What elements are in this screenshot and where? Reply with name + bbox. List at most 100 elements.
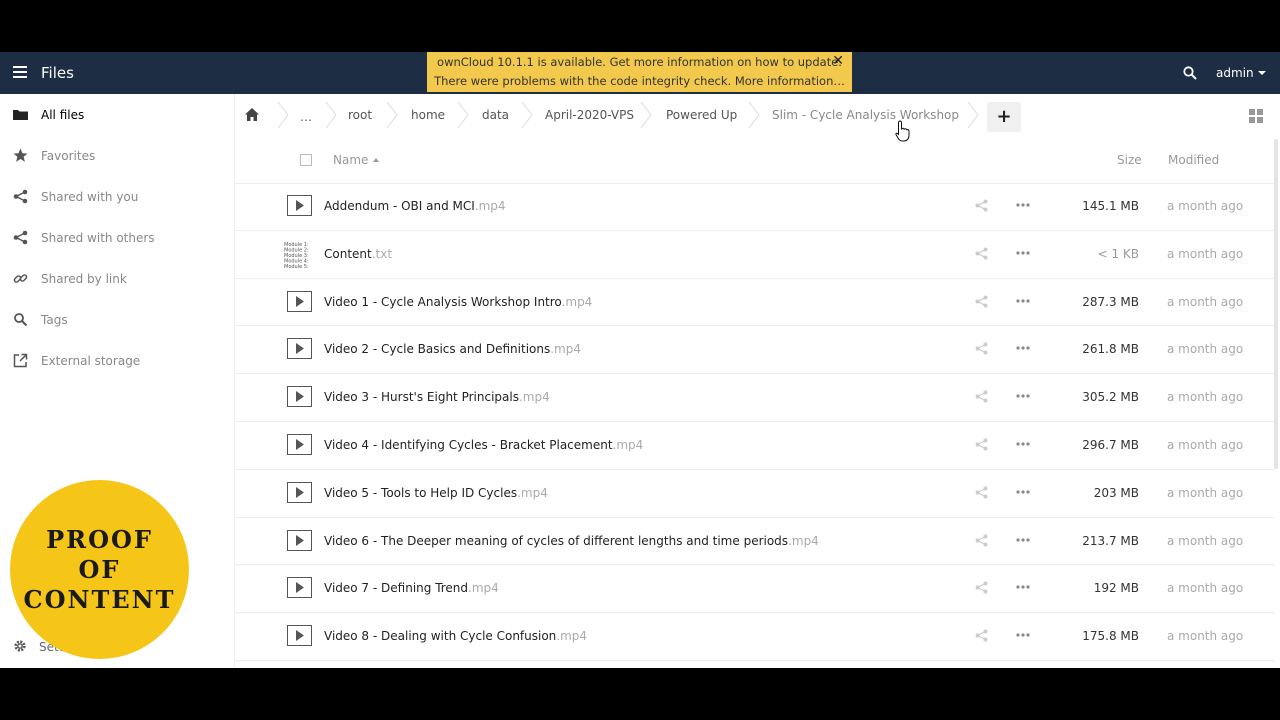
more-actions-icon[interactable] (1016, 346, 1030, 350)
table-row[interactable]: Video 6 - The Deeper meaning of cycles o… (235, 518, 1275, 566)
breadcrumb-ellipsis[interactable]: … (300, 110, 312, 124)
file-name[interactable]: Content.txt (324, 247, 392, 261)
stamp-line-2: OF (78, 554, 121, 584)
share-icon[interactable] (975, 629, 988, 642)
home-icon[interactable] (245, 108, 259, 121)
share-icon[interactable] (975, 534, 988, 547)
sidebar-item-favorites[interactable]: Favorites (0, 135, 234, 176)
external-icon (13, 353, 28, 368)
more-actions-icon[interactable] (1016, 394, 1030, 398)
file-name[interactable]: Video 6 - The Deeper meaning of cycles o… (324, 534, 819, 548)
share-icon (13, 230, 28, 245)
file-modified: a month ago (1167, 342, 1244, 357)
share-icon[interactable] (975, 438, 988, 451)
select-all-checkbox[interactable] (300, 154, 312, 166)
search-icon[interactable] (1183, 66, 1197, 80)
new-file-button[interactable]: + (987, 102, 1021, 132)
sidebar-item-shared-with-others[interactable]: Shared with others (0, 217, 234, 258)
table-row[interactable]: Module 1: Module 2: Module 3: Module 4: Modu… (235, 231, 1275, 279)
share-icon[interactable] (975, 581, 988, 594)
share-icon (13, 189, 28, 204)
breadcrumb-data[interactable]: data (482, 108, 509, 122)
sort-by-size-header[interactable]: Size (1117, 153, 1142, 167)
file-size: 287.3 MB (1082, 294, 1139, 309)
more-actions-icon[interactable] (1016, 585, 1030, 589)
video-file-icon (287, 195, 312, 216)
share-icon[interactable] (975, 390, 988, 403)
notification-integrity-text[interactable]: There were problems with the code integr… (427, 72, 852, 91)
breadcrumb-april-2020-vps[interactable]: April-2020-VPS (545, 108, 634, 122)
file-size: 192 MB (1093, 581, 1139, 596)
update-notification: ownCloud 10.1.1 is available. Get more i… (427, 52, 852, 92)
file-extension: .txt (371, 246, 393, 261)
proof-of-content-stamp: PROOF OF CONTENT (10, 480, 189, 659)
video-file-icon (287, 625, 312, 647)
sidebar-item-shared-with-you[interactable]: Shared with you (0, 176, 234, 217)
notification-update-text[interactable]: ownCloud 10.1.1 is available. Get more i… (427, 53, 852, 72)
share-icon[interactable] (975, 247, 988, 260)
file-basename: Video 1 - Cycle Analysis Workshop Intro (324, 294, 562, 309)
file-name[interactable]: Video 1 - Cycle Analysis Workshop Intro.… (324, 295, 592, 309)
table-row[interactable]: Video 1 - Cycle Analysis Workshop Intro.… (235, 279, 1275, 327)
file-basename: Video 5 - Tools to Help ID Cycles (324, 485, 518, 500)
file-modified: a month ago (1167, 390, 1244, 405)
file-size: 261.8 MB (1082, 342, 1139, 357)
more-actions-icon[interactable] (1016, 203, 1030, 207)
more-actions-icon[interactable] (1016, 251, 1030, 255)
file-name[interactable]: Video 2 - Cycle Basics and Definitions.m… (324, 342, 581, 356)
hamburger-menu-icon[interactable] (13, 66, 27, 80)
more-actions-icon[interactable] (1016, 537, 1030, 542)
breadcrumb-root[interactable]: root (348, 108, 372, 122)
stamp-line-3: CONTENT (23, 584, 176, 614)
file-modified: a month ago (1167, 629, 1244, 644)
share-icon[interactable] (975, 199, 988, 212)
text-file-preview-icon: Module 1:Module 2:Module 3:Module 4:Modu… (284, 242, 309, 269)
file-list: Addendum - OBI and MCI.mp4 145.1 MB a mo… (235, 183, 1275, 661)
file-name[interactable]: Video 4 - Identifying Cycles - Bracket P… (324, 438, 643, 452)
grid-view-icon[interactable] (1249, 109, 1263, 123)
user-menu[interactable]: admin (1216, 66, 1266, 80)
app-title[interactable]: Files (41, 64, 74, 82)
table-row[interactable]: Video 4 - Identifying Cycles - Bracket P… (235, 422, 1275, 470)
sort-by-modified-header[interactable]: Modified (1168, 153, 1219, 167)
share-icon[interactable] (975, 342, 988, 355)
file-name[interactable]: Video 8 - Dealing with Cycle Confusion.m… (324, 629, 587, 643)
sidebar-item-all-files[interactable]: All files (0, 94, 234, 135)
notification-close-icon[interactable]: ✕ (832, 52, 844, 71)
video-file-icon (287, 529, 312, 551)
sidebar-item-external-storage[interactable]: External storage (0, 340, 234, 381)
file-list-header: Name Size Modified (235, 139, 1275, 184)
sort-by-name-header[interactable]: Name (333, 153, 380, 167)
gear-icon (14, 640, 26, 652)
share-icon[interactable] (975, 486, 988, 499)
file-extension: .mp4 (550, 342, 581, 357)
more-actions-icon[interactable] (1016, 442, 1030, 446)
breadcrumb-home[interactable]: home (411, 108, 445, 122)
video-file-icon (287, 577, 312, 599)
file-name[interactable]: Addendum - OBI and MCI.mp4 (324, 199, 506, 213)
table-row[interactable]: Video 7 - Defining Trend.mp4 192 MB a mo… (235, 565, 1275, 614)
sidebar-item-tags[interactable]: Tags (0, 299, 234, 340)
more-actions-icon[interactable] (1016, 298, 1030, 303)
file-list-scrollbar[interactable] (1274, 139, 1278, 469)
breadcrumb-powered-up[interactable]: Powered Up (666, 108, 737, 122)
table-row[interactable]: Video 3 - Hurst's Eight Principals.mp4 3… (235, 374, 1275, 422)
file-extension: .mp4 (518, 390, 550, 405)
file-modified: a month ago (1167, 246, 1244, 261)
file-name[interactable]: Video 5 - Tools to Help ID Cycles.mp4 (324, 486, 548, 500)
breadcrumb-current-folder[interactable]: Slim - Cycle Analysis Workshop (772, 108, 959, 122)
sidebar-item-shared-by-link[interactable]: Shared by link (0, 258, 234, 299)
table-row[interactable]: Video 2 - Cycle Basics and Definitions.m… (235, 326, 1275, 375)
table-row[interactable]: Addendum - OBI and MCI.mp4 145.1 MB a mo… (235, 183, 1275, 231)
file-name[interactable]: Video 7 - Defining Trend.mp4 (324, 581, 499, 595)
more-actions-icon[interactable] (1016, 490, 1030, 494)
table-row[interactable]: Video 8 - Dealing with Cycle Confusion.m… (235, 613, 1275, 661)
file-modified: a month ago (1167, 199, 1244, 213)
sidebar-item-label: External storage (41, 354, 141, 368)
video-file-icon (287, 338, 312, 360)
table-row[interactable]: Video 5 - Tools to Help ID Cycles.mp4 20… (235, 470, 1275, 518)
sort-asc-icon (373, 158, 380, 162)
file-name[interactable]: Video 3 - Hurst's Eight Principals.mp4 (324, 390, 550, 404)
share-icon[interactable] (975, 295, 988, 308)
more-actions-icon[interactable] (1016, 633, 1030, 637)
